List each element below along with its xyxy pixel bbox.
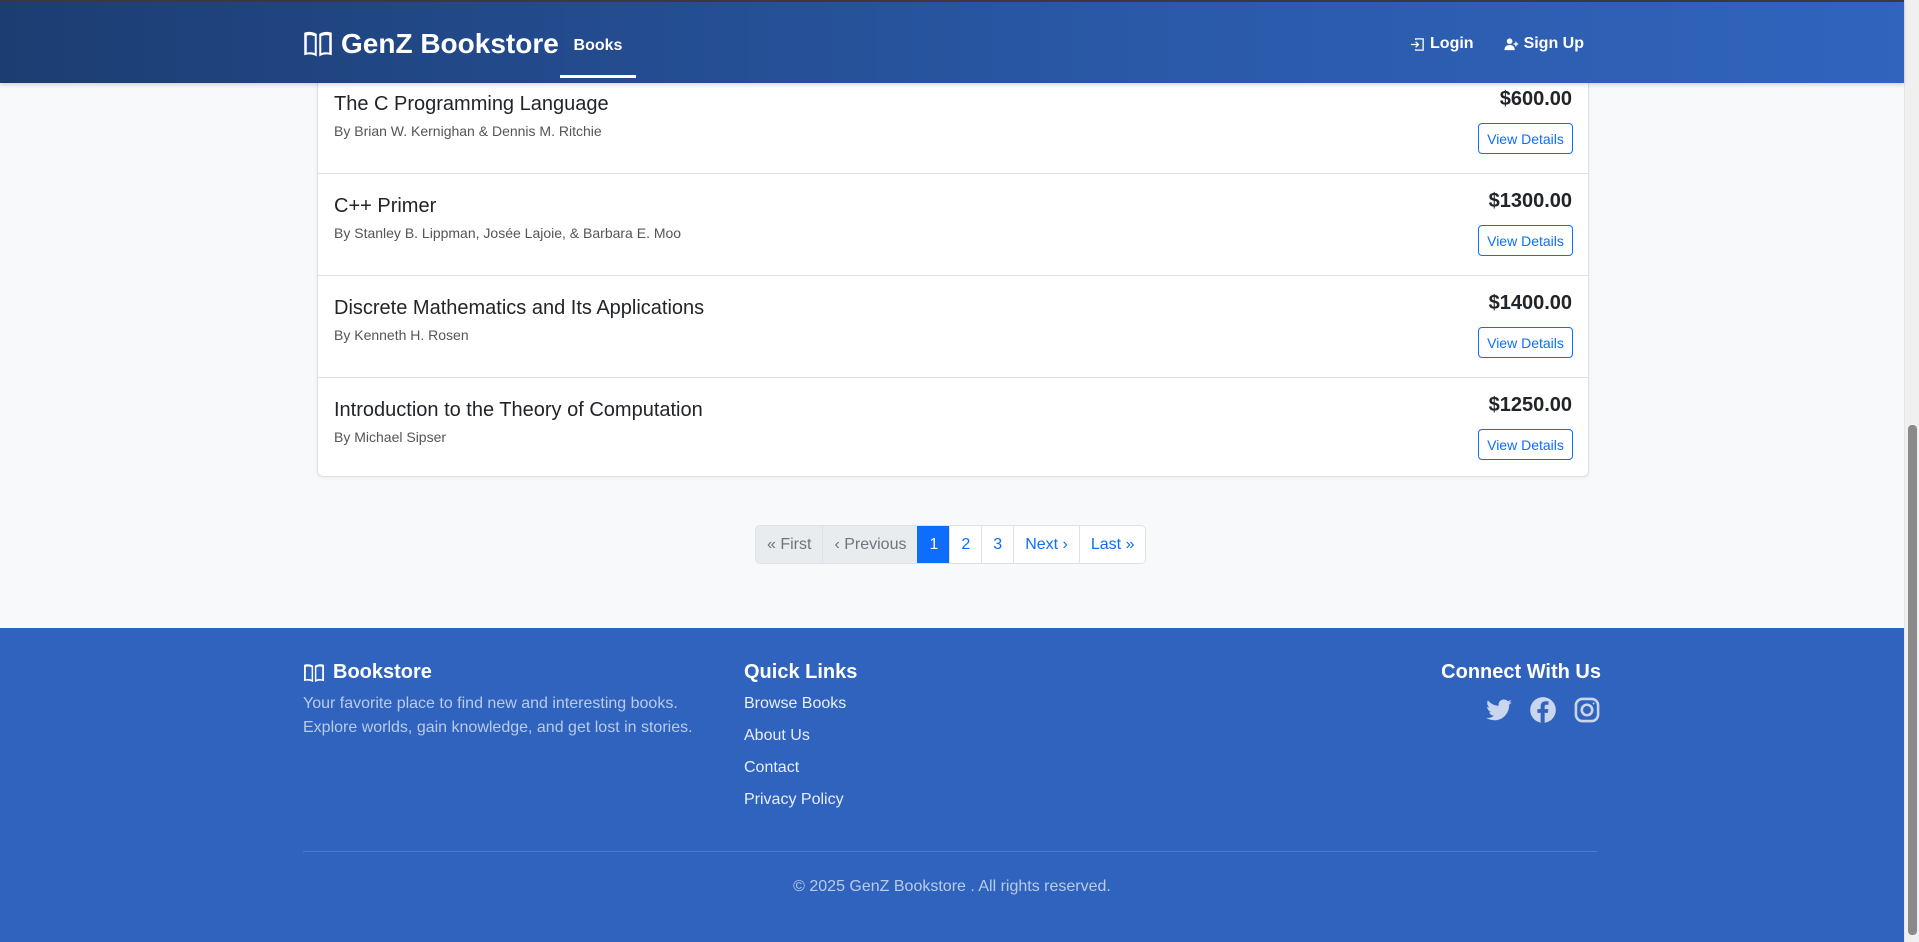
- instagram-icon[interactable]: [1573, 696, 1601, 724]
- view-details-button[interactable]: View Details: [1478, 123, 1573, 154]
- nav-books-link[interactable]: Books: [560, 16, 636, 78]
- pagination-first: « First: [756, 526, 823, 563]
- twitter-icon[interactable]: [1485, 696, 1513, 724]
- pagination: « First ‹ Previous 1 2 3 Next › Last »: [755, 525, 1147, 564]
- login-label: Login: [1430, 35, 1474, 52]
- footer-brand: Bookstore: [303, 661, 432, 684]
- pagination-page-3[interactable]: 3: [981, 526, 1014, 563]
- pagination-page-1[interactable]: 1: [917, 526, 950, 563]
- book-price: $600.00: [1499, 88, 1572, 110]
- book-author: By Michael Sipser: [334, 429, 447, 445]
- footer-link-privacy-policy[interactable]: Privacy Policy: [744, 789, 846, 821]
- page-scrollbar[interactable]: [1904, 0, 1919, 942]
- login-link[interactable]: Login: [1410, 35, 1474, 53]
- footer-description-line: Explore worlds, gain knowledge, and get …: [303, 719, 693, 736]
- footer-link-contact[interactable]: Contact: [744, 757, 846, 789]
- book-list-item: Introduction to the Theory of Computatio…: [318, 378, 1588, 480]
- footer-description: Your favorite place to find new and inte…: [303, 692, 723, 740]
- footer-link-browse-books[interactable]: Browse Books: [744, 693, 846, 725]
- quick-links-title: Quick Links: [744, 661, 858, 683]
- view-details-button[interactable]: View Details: [1478, 429, 1573, 460]
- pagination-next[interactable]: Next ›: [1013, 526, 1079, 563]
- view-details-button[interactable]: View Details: [1478, 327, 1573, 358]
- pagination-previous: ‹ Previous: [822, 526, 918, 563]
- open-book-icon: [304, 31, 332, 57]
- open-book-icon: [304, 663, 324, 682]
- book-title: C++ Primer: [334, 195, 437, 217]
- brand-name: GenZ Bookstore: [341, 28, 559, 59]
- copyright-text: © 2025 GenZ Bookstore . All rights reser…: [793, 878, 1111, 895]
- book-price: $1400.00: [1488, 292, 1572, 314]
- footer-divider: [303, 851, 1597, 852]
- footer-link-about-us[interactable]: About Us: [744, 725, 846, 757]
- book-price: $1250.00: [1488, 394, 1572, 416]
- pagination-page-2[interactable]: 2: [949, 526, 982, 563]
- login-icon: [1410, 37, 1424, 51]
- quick-links-list: Browse Books About Us Contact Privacy Po…: [744, 693, 846, 821]
- footer-brand-name: Bookstore: [333, 661, 432, 683]
- book-author: By Kenneth H. Rosen: [334, 327, 469, 343]
- footer-description-line: Your favorite place to find new and inte…: [303, 695, 678, 712]
- book-list: The C Programming Language By Brian W. K…: [317, 72, 1589, 477]
- brand-logo[interactable]: GenZ Bookstore: [303, 26, 559, 62]
- view-details-button[interactable]: View Details: [1478, 225, 1573, 256]
- pagination-last[interactable]: Last »: [1078, 526, 1146, 563]
- book-title: Introduction to the Theory of Computatio…: [334, 399, 703, 421]
- facebook-icon[interactable]: [1529, 696, 1557, 724]
- book-price: $1300.00: [1488, 190, 1572, 212]
- book-title: The C Programming Language: [334, 93, 609, 115]
- site-footer: Bookstore Your favorite place to find ne…: [0, 628, 1904, 942]
- signup-label: Sign Up: [1523, 35, 1584, 52]
- book-title: Discrete Mathematics and Its Application…: [334, 297, 705, 319]
- scrollbar-thumb[interactable]: [1908, 425, 1917, 935]
- top-navbar: GenZ Bookstore Books Login Sign Up: [0, 0, 1904, 83]
- book-list-item: The C Programming Language By Brian W. K…: [318, 72, 1588, 174]
- book-author: By Brian W. Kernighan & Dennis M. Ritchi…: [334, 123, 602, 139]
- connect-title: Connect With Us: [1441, 661, 1601, 683]
- book-author: By Stanley B. Lippman, Josée Lajoie, & B…: [334, 225, 682, 241]
- book-list-item: Discrete Mathematics and Its Application…: [318, 276, 1588, 378]
- user-plus-icon: [1504, 37, 1518, 50]
- book-list-item: C++ Primer By Stanley B. Lippman, Josée …: [318, 174, 1588, 276]
- signup-link[interactable]: Sign Up: [1504, 35, 1584, 53]
- social-links: [1485, 696, 1601, 724]
